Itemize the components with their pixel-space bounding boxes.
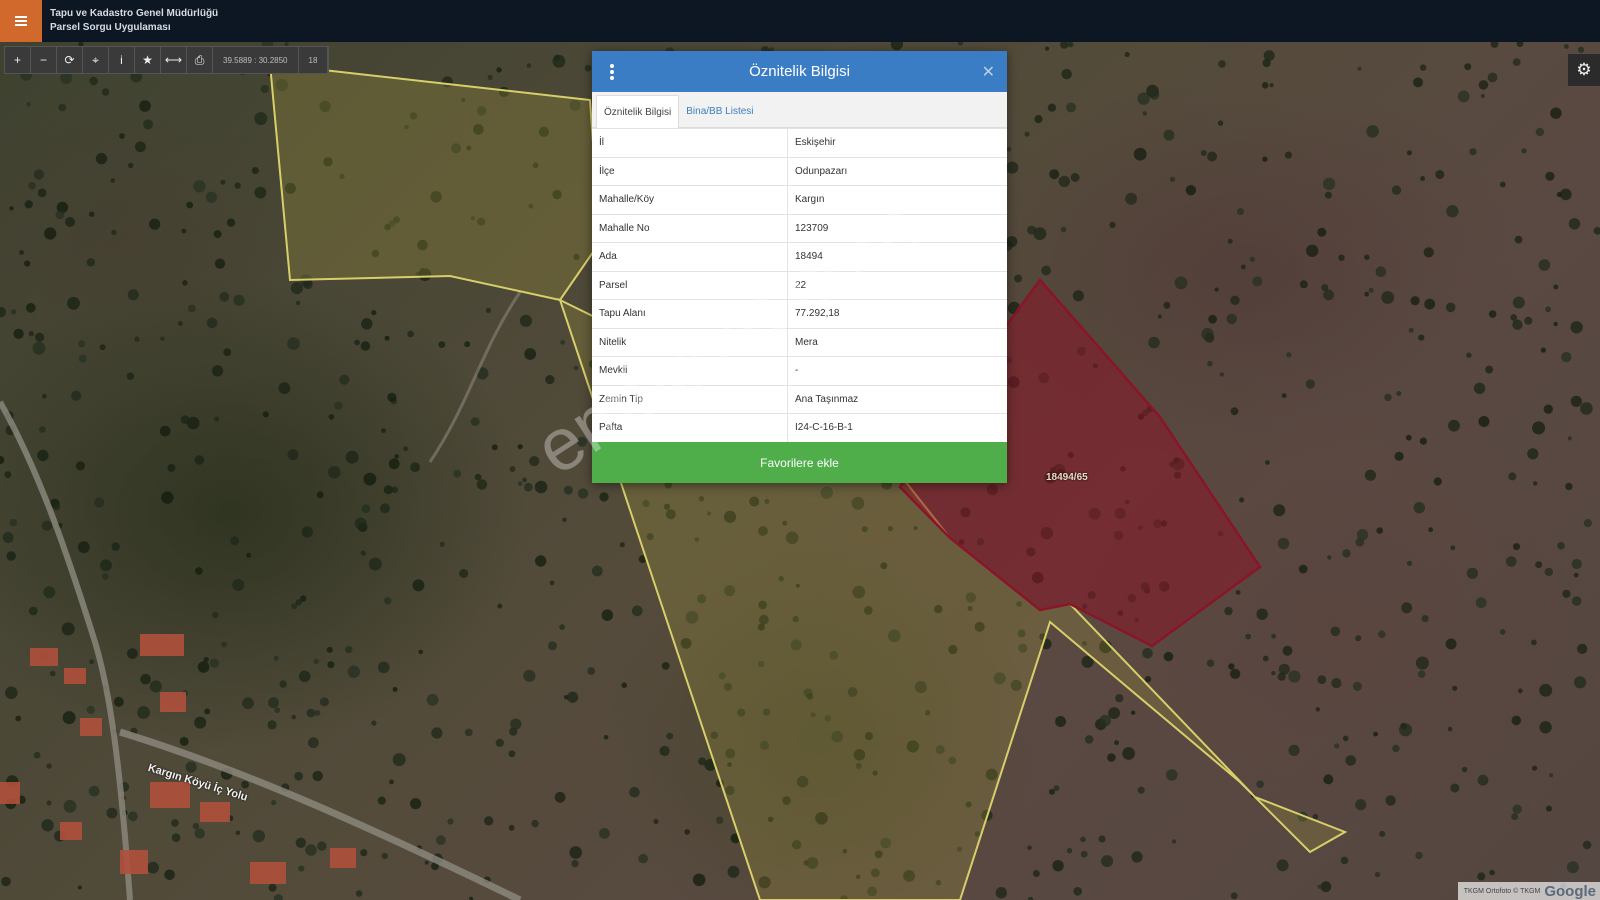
tab-attributes[interactable]: Öznitelik Bilgisi	[596, 95, 680, 128]
table-row: Mahalle No 123709	[592, 213, 1007, 243]
attribute-dialog: Öznitelik Bilgisi ✕ Öznitelik Bilgisi Bi…	[592, 51, 1007, 483]
refresh-button[interactable]: ⟳	[57, 47, 83, 73]
zoom-in-icon: +	[13, 53, 21, 67]
print-button[interactable]: ⎙	[187, 47, 213, 73]
add-to-favorites-button[interactable]: Favorilere ekle	[592, 442, 1007, 483]
table-row: Tapu Alanı 77.292,18	[592, 299, 1007, 328]
map-toolbar: + − ⟳ ⌖ i ★ ⟷ ⎙ 39.5889 : 30.2850 18	[4, 46, 330, 74]
attribute-key: İl	[592, 128, 788, 157]
map-attribution: TKGM Ortofoto © TKGM Google	[1457, 882, 1600, 900]
favorites-button[interactable]: ★	[135, 47, 161, 73]
zoom-out-button[interactable]: −	[31, 47, 57, 73]
dialog-title: Öznitelik Bilgisi	[749, 63, 850, 80]
info-button[interactable]: i	[109, 47, 135, 73]
zoom-in-button[interactable]: +	[5, 47, 31, 73]
hamburger-icon	[15, 20, 27, 22]
print-icon: ⎙	[194, 52, 205, 67]
table-row: Pafta I24-C-16-B-1	[592, 413, 1007, 442]
attribute-value: 123709	[787, 213, 1007, 243]
attribute-value: Odunpazarı	[787, 156, 1007, 186]
attribute-key: Mahalle/Köy	[592, 185, 788, 214]
menu-button[interactable]	[0, 0, 42, 42]
attribute-key: Ada	[592, 242, 788, 271]
google-logo: Google	[1544, 882, 1596, 900]
table-row: Parsel 22	[592, 270, 1007, 300]
attribute-value: Mera	[787, 327, 1007, 357]
attribute-value: Kargın	[787, 185, 1007, 214]
coordinate-readout: 39.5889 : 30.2850	[213, 47, 299, 73]
attribute-key: Tapu Alanı	[592, 299, 788, 328]
app-title: Tapu ve Kadastro Genel Müdürlüğü Parsel …	[50, 7, 218, 35]
zoom-out-icon: −	[39, 53, 47, 67]
attribute-key: Mevkii	[592, 356, 788, 385]
attribute-key: Zemin Tip	[592, 384, 788, 414]
table-row: İlçe Odunpazarı	[592, 156, 1007, 186]
table-row: Ada 18494	[592, 242, 1007, 271]
table-row: Mevkii -	[592, 356, 1007, 385]
star-icon: ★	[142, 53, 153, 67]
info-icon: i	[120, 53, 123, 67]
app-header: Tapu ve Kadastro Genel Müdürlüğü Parsel …	[0, 0, 1600, 42]
settings-button[interactable]: ⚙	[1568, 54, 1600, 86]
table-row: Nitelik Mera	[592, 327, 1007, 357]
table-row: İl Eskişehir	[592, 128, 1007, 157]
track-path	[428, 291, 522, 463]
app-title-line1: Tapu ve Kadastro Genel Müdürlüğü	[50, 8, 219, 19]
attribute-table: İl Eskişehir İlçe Odunpazarı Mahalle/Köy Karg…	[592, 128, 1007, 442]
attribute-key: İlçe	[592, 156, 788, 186]
tab-building-list[interactable]: Bina/BB Listesi	[679, 95, 760, 127]
gear-icon: ⚙	[1576, 60, 1592, 79]
zoom-level: 18	[299, 47, 329, 73]
attribute-key: Parsel	[592, 270, 788, 300]
refresh-icon: ⟳	[64, 53, 75, 67]
attribute-key: Pafta	[592, 413, 788, 442]
attribute-value: -	[787, 356, 1007, 385]
measure-icon: ⟷	[164, 53, 183, 67]
dialog-tabs: Öznitelik Bilgisi Bina/BB Listesi	[592, 92, 1007, 128]
app-title-line2: Parsel Sorgu Uygulaması	[50, 22, 171, 33]
attribute-value: 18494	[787, 242, 1007, 271]
attribution-text: TKGM Ortofoto © TKGM	[1463, 887, 1541, 895]
attribute-key: Nitelik	[592, 327, 788, 357]
attribute-value: 22	[787, 270, 1007, 300]
table-row: Mahalle/Köy Kargın	[592, 185, 1007, 214]
parcel-number-label: 18494/65	[1046, 472, 1088, 483]
close-icon[interactable]: ✕	[982, 62, 995, 82]
road-kargin	[118, 728, 522, 900]
locate-button[interactable]: ⌖	[83, 47, 109, 73]
table-row: Zemin Tip Ana Taşınmaz	[592, 384, 1007, 414]
more-options-icon[interactable]	[610, 64, 614, 80]
attribute-value: 77.292,18	[787, 299, 1007, 328]
attribute-value: I24-C-16-B-1	[787, 413, 1007, 442]
attribute-value: Ana Taşınmaz	[787, 384, 1007, 414]
attribute-value: Eskişehir	[787, 128, 1007, 157]
measure-button[interactable]: ⟷	[161, 47, 187, 73]
locate-icon: ⌖	[92, 52, 99, 67]
attribute-key: Mahalle No	[592, 213, 788, 243]
parcel-north	[268, 62, 602, 302]
dialog-header: Öznitelik Bilgisi ✕	[592, 51, 1007, 92]
